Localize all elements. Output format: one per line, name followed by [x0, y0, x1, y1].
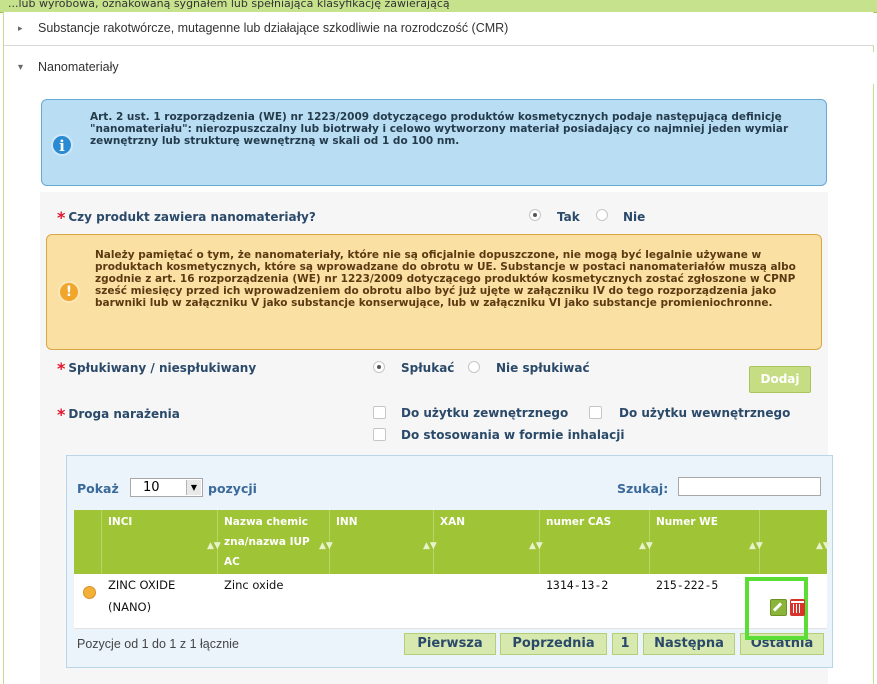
- info-box: i Art. 2 ust. 1 rozporządzenia (WE) nr 1…: [41, 99, 827, 186]
- warning-icon: [83, 586, 96, 599]
- table-header: INCI ▲▼ Nazwa chemiczna/nazwa IUPAC ▲▼ I…: [74, 510, 830, 574]
- checkbox-internal[interactable]: [589, 406, 602, 419]
- accordion-cmr-label: Substancje rakotwórcze, mutagenne lub dz…: [38, 21, 509, 35]
- warning-box: ! Należy pamiętać o tym, że nanomateriał…: [46, 234, 822, 350]
- accordion-nano-label: Nanomateriały: [38, 60, 119, 74]
- column-header-inn[interactable]: INN ▲▼: [330, 510, 437, 574]
- accordion-nano[interactable]: ▾ Nanomateriały: [4, 52, 874, 84]
- cell-we: 215-222-5: [656, 578, 719, 592]
- info-text: Art. 2 ust. 1 rozporządzenia (WE) nr 122…: [90, 111, 789, 147]
- chevron-down-icon: ▼: [186, 480, 201, 495]
- column-header-xan[interactable]: XAN ▲▼: [434, 510, 543, 574]
- column-header-icon: [74, 510, 102, 574]
- checkbox-inhalation-label: Do stosowania w formie inhalacji: [401, 428, 625, 442]
- entries-label: pozycji: [208, 481, 257, 496]
- exposure-question: * Droga narażenia: [57, 403, 180, 424]
- cell-cas: 1314-13-2: [546, 578, 609, 592]
- table-info: Pozycje od 1 do 1 z 1 łącznie: [77, 637, 239, 651]
- pagination-first[interactable]: Pierwsza: [404, 633, 496, 655]
- column-header-label: INCI: [108, 516, 133, 528]
- accordion-cmr[interactable]: ▸ Substancje rakotwórcze, mutagenne lub …: [4, 13, 874, 46]
- column-header-label: Numer WE: [656, 516, 718, 528]
- warning-icon: !: [58, 281, 80, 303]
- page-size-select[interactable]: 10 ▼: [130, 478, 203, 497]
- column-header-label: numer CAS: [546, 516, 612, 528]
- nano-question-label: Czy produkt zawiera nanomateriały?: [68, 210, 316, 224]
- checkbox-inhalation[interactable]: [373, 428, 386, 441]
- pagination-prev[interactable]: Poprzednia: [500, 633, 607, 655]
- add-button[interactable]: Dodaj: [749, 366, 811, 393]
- table-row: ZINC OXIDE (NANO) Zinc oxide 1314-13-2 2…: [74, 574, 827, 629]
- search-label: Szukaj:: [617, 481, 669, 496]
- required-marker: *: [57, 359, 66, 378]
- checkbox-external-label: Do użytku zewnętrznego: [401, 406, 569, 420]
- required-marker: *: [57, 405, 66, 424]
- warning-text: Należy pamiętać o tym, że nanomateriały,…: [95, 249, 796, 309]
- search-input[interactable]: [678, 477, 821, 496]
- column-header-chem-name[interactable]: Nazwa chemiczna/nazwa IUPAC ▲▼: [218, 510, 333, 574]
- nano-question: * Czy produkt zawiera nanomateriały?: [57, 206, 316, 227]
- edit-icon[interactable]: [770, 599, 787, 616]
- checkbox-external[interactable]: [373, 406, 386, 419]
- column-header-cas[interactable]: numer CAS ▲▼: [540, 510, 653, 574]
- info-icon: i: [51, 134, 73, 156]
- top-strip-text: ...lub wyrobowa, oznakowaną sygnałem lub…: [8, 0, 450, 10]
- pagination-next[interactable]: Następna: [643, 633, 735, 655]
- column-header-label: Nazwa chemiczna/nazwa IUPAC: [224, 516, 310, 568]
- column-header-actions[interactable]: ▲▼: [760, 510, 830, 574]
- checkbox-internal-label: Do użytku wewnętrznego: [619, 406, 791, 420]
- sort-icon: ▲▼: [816, 541, 830, 551]
- radio-splukac[interactable]: [373, 361, 385, 373]
- cell-xan: [440, 574, 530, 628]
- cell-inci: ZINC OXIDE (NANO): [108, 578, 176, 614]
- cell-inn: [336, 574, 426, 628]
- column-header-label: XAN: [440, 516, 466, 528]
- required-marker: *: [57, 208, 66, 227]
- radio-splukac-label: Spłukać: [401, 361, 455, 375]
- radio-nie[interactable]: [596, 209, 608, 221]
- radio-tak[interactable]: [529, 209, 541, 221]
- radio-nie-splukiwac[interactable]: [468, 361, 480, 373]
- cell-chem-name: Zinc oxide: [224, 578, 284, 592]
- column-header-inci[interactable]: INCI ▲▼: [102, 510, 221, 574]
- column-header-we[interactable]: Numer WE ▲▼: [650, 510, 763, 574]
- radio-nie-splukiwac-label: Nie spłukiwać: [496, 361, 590, 375]
- radio-nie-label: Nie: [623, 210, 646, 224]
- show-label: Pokaż: [77, 481, 119, 496]
- exposure-question-label: Droga narażenia: [68, 407, 180, 421]
- pagination-page-1[interactable]: 1: [612, 633, 638, 655]
- rinse-question-label: Spłukiwany / niespłukiwany: [68, 361, 257, 375]
- table-panel: Pokaż 10 ▼ pozycji Szukaj: INCI ▲▼ Nazwa…: [66, 455, 833, 668]
- rinse-question: * Spłukiwany / niespłukiwany: [57, 357, 257, 378]
- page-size-value: 10: [143, 480, 160, 495]
- chevron-right-icon: ▸: [18, 23, 23, 33]
- delete-icon[interactable]: [790, 599, 805, 616]
- column-header-label: INN: [336, 516, 358, 528]
- chevron-down-icon: ▾: [18, 62, 24, 73]
- radio-tak-label: Tak: [557, 210, 580, 224]
